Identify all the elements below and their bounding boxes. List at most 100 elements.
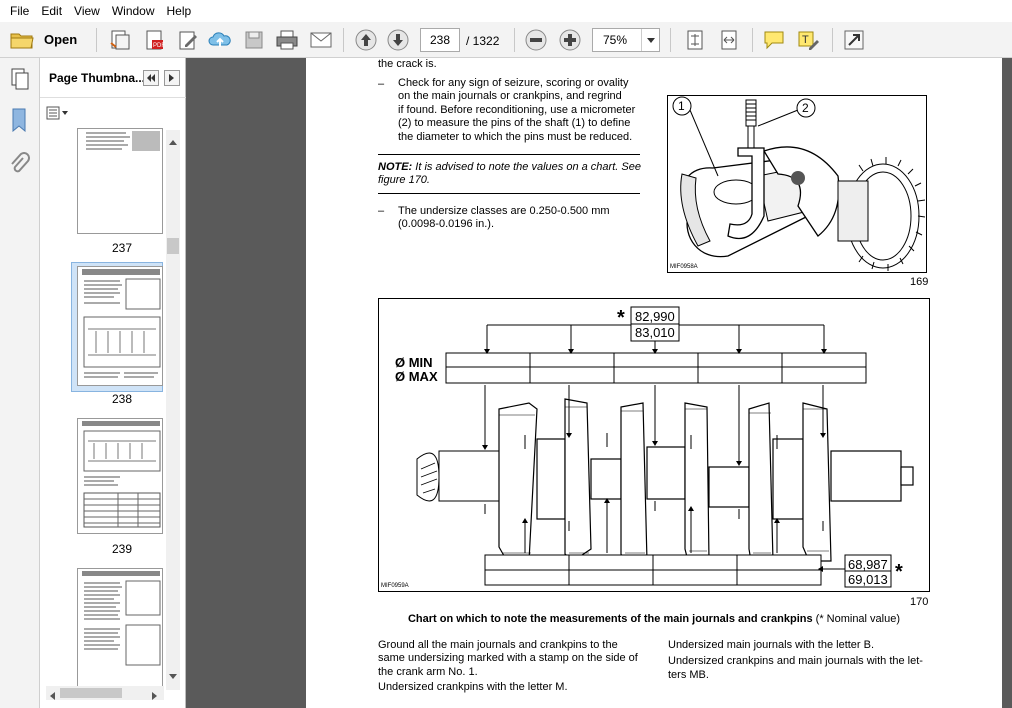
menu-file[interactable]: File bbox=[4, 0, 35, 22]
bullet-paragraph: The undersize classes are 0.250-0.500 mm… bbox=[398, 205, 642, 232]
note-text: It is advised to note the values on a ch… bbox=[412, 161, 641, 173]
text-line: on the main journals or crankpins, and r… bbox=[398, 90, 622, 103]
callout-2: 2 bbox=[802, 101, 809, 115]
text-line: Undersized crankpins and main journals w… bbox=[668, 655, 923, 668]
zoom-out-icon[interactable] bbox=[524, 28, 548, 52]
text-line: ters MB. bbox=[668, 668, 709, 681]
figure-code: MIF0958A bbox=[670, 264, 698, 270]
collapse-panel-icon[interactable] bbox=[143, 70, 159, 86]
bullet-dash: – bbox=[378, 205, 385, 217]
thumbnail-page-238[interactable] bbox=[77, 266, 163, 386]
open-button[interactable]: Open bbox=[44, 32, 77, 47]
create-icon[interactable] bbox=[108, 28, 132, 52]
pdf-icon[interactable]: PDF bbox=[142, 28, 166, 52]
fit-width-icon[interactable] bbox=[716, 28, 742, 52]
edit-pdf-icon[interactable] bbox=[176, 28, 200, 52]
page-total: / 1322 bbox=[466, 34, 500, 48]
menu-edit[interactable]: Edit bbox=[35, 0, 68, 22]
thumbnail-header: Page Thumbna... bbox=[40, 58, 186, 98]
text-line: The undersize classes are 0.250-0.500 mm bbox=[398, 205, 610, 217]
nominal-star-top: * bbox=[617, 307, 625, 329]
text-line: Check for any sign of seizure, scoring o… bbox=[398, 77, 629, 89]
text-line: Undersized crankpins with the letter M. bbox=[378, 681, 568, 694]
figure-number-169: 169 bbox=[910, 276, 929, 288]
figure-169-crankshaft-micrometer: 1 2 MIF0958A bbox=[667, 95, 927, 273]
note-rule-bottom bbox=[378, 193, 640, 194]
diameter-max-label: Ø MAX bbox=[395, 369, 438, 384]
svg-text:PDF: PDF bbox=[153, 43, 165, 49]
thumbnail-page-240[interactable] bbox=[77, 568, 163, 686]
attachments-icon[interactable] bbox=[8, 152, 30, 179]
note-rule-top bbox=[378, 154, 640, 155]
scroll-down-icon[interactable] bbox=[169, 668, 177, 682]
thumbnail-panel: Page Thumbna... 237 238 239 bbox=[40, 58, 186, 708]
email-icon[interactable] bbox=[308, 28, 334, 52]
caption-bold: Chart on which to note the measurements … bbox=[407, 613, 813, 625]
thumbnail-vertical-scrollbar[interactable] bbox=[166, 130, 180, 690]
next-page-icon[interactable] bbox=[386, 28, 410, 52]
thumbnail-page-237[interactable] bbox=[77, 128, 163, 234]
scroll-left-icon[interactable] bbox=[50, 689, 55, 703]
figure-caption: Chart on which to note the measurements … bbox=[378, 613, 930, 625]
scroll-right-icon[interactable] bbox=[152, 689, 157, 703]
thumbnail-label-239: 239 bbox=[111, 542, 133, 556]
bullet-paragraph: Check for any sign of seizure, scoring o… bbox=[398, 77, 642, 144]
toolbar: Open PDF 238 / 1322 75% T bbox=[0, 22, 1012, 58]
figure-code: MIF0959A bbox=[381, 583, 409, 589]
thumbnail-options-icon[interactable] bbox=[46, 106, 70, 122]
navigation-pane-strip bbox=[0, 58, 40, 708]
page-thumbnails-icon[interactable] bbox=[10, 68, 30, 93]
nominal-top-min: 82,990 bbox=[635, 309, 675, 324]
nominal-bottom-min: 68,987 bbox=[848, 557, 888, 572]
thumbnail-label-238: 238 bbox=[111, 392, 133, 406]
text-line: if found. Before reconditioning, use a m… bbox=[398, 103, 636, 116]
note-text: figure 170. bbox=[378, 174, 430, 187]
document-view[interactable]: the crack is. – Check for any sign of se… bbox=[186, 58, 1012, 708]
right-column: Undersized main journals with the letter… bbox=[668, 639, 934, 682]
note-block: NOTE: It is advised to note the values o… bbox=[378, 161, 642, 188]
document-page: the crack is. – Check for any sign of se… bbox=[306, 58, 1002, 708]
text-line: (2) to measure the pins of the shaft (1)… bbox=[398, 117, 631, 130]
expand-panel-icon[interactable] bbox=[164, 70, 180, 86]
scroll-up-icon[interactable] bbox=[169, 134, 177, 148]
save-icon[interactable] bbox=[242, 28, 266, 52]
previous-page-icon[interactable] bbox=[354, 28, 378, 52]
figure-170-measurement-chart: * 82,990 83,010 Ø MIN Ø MAX 68,987 69,01… bbox=[378, 298, 930, 592]
bookmarks-icon[interactable] bbox=[10, 108, 28, 135]
bullet-dash: – bbox=[378, 78, 385, 90]
note-label: NOTE: bbox=[378, 161, 413, 173]
nominal-star-bottom: * bbox=[895, 561, 903, 583]
menu-help[interactable]: Help bbox=[161, 0, 198, 22]
print-icon[interactable] bbox=[274, 28, 300, 52]
open-folder-icon[interactable] bbox=[8, 28, 36, 52]
menu-bar: File Edit View Window Help bbox=[0, 0, 1012, 22]
zoom-in-icon[interactable] bbox=[558, 28, 582, 52]
thumbnail-hscroll-thumb[interactable] bbox=[60, 688, 122, 698]
thumbnail-scroll-thumb[interactable] bbox=[167, 238, 179, 254]
thumbnail-label-237: 237 bbox=[111, 241, 133, 255]
text-line: the diameter to which the pins must be r… bbox=[398, 130, 633, 143]
thumbnail-panel-title: Page Thumbna... bbox=[49, 71, 146, 85]
svg-text:T: T bbox=[802, 34, 809, 46]
expand-icon[interactable] bbox=[842, 28, 866, 52]
zoom-dropdown-arrow-icon[interactable] bbox=[641, 29, 659, 51]
menu-view[interactable]: View bbox=[68, 0, 106, 22]
text-line: (0.0098-0.0196 in.). bbox=[398, 218, 495, 231]
thumbnail-page-239[interactable] bbox=[77, 418, 163, 534]
menu-window[interactable]: Window bbox=[106, 0, 161, 22]
callout-1: 1 bbox=[678, 99, 685, 113]
page-number-input[interactable]: 238 bbox=[420, 28, 460, 52]
fit-page-icon[interactable] bbox=[682, 28, 708, 52]
left-column: Ground all the main journals and crankpi… bbox=[378, 639, 644, 695]
figure-number-170: 170 bbox=[910, 596, 929, 608]
caption-note: (* Nominal value) bbox=[812, 613, 901, 625]
comment-icon[interactable] bbox=[762, 28, 786, 52]
nominal-top-max: 83,010 bbox=[635, 325, 675, 340]
cloud-upload-icon[interactable] bbox=[208, 28, 232, 52]
highlight-text-icon[interactable]: T bbox=[796, 28, 820, 52]
diameter-min-label: Ø MIN bbox=[395, 355, 433, 370]
text-line: the crank arm No. 1. bbox=[378, 665, 478, 678]
text-line: Undersized main journals with the letter… bbox=[668, 639, 875, 651]
text-line: Ground all the main journals and crankpi… bbox=[378, 639, 618, 651]
thumbnail-horizontal-scrollbar[interactable] bbox=[46, 686, 164, 700]
